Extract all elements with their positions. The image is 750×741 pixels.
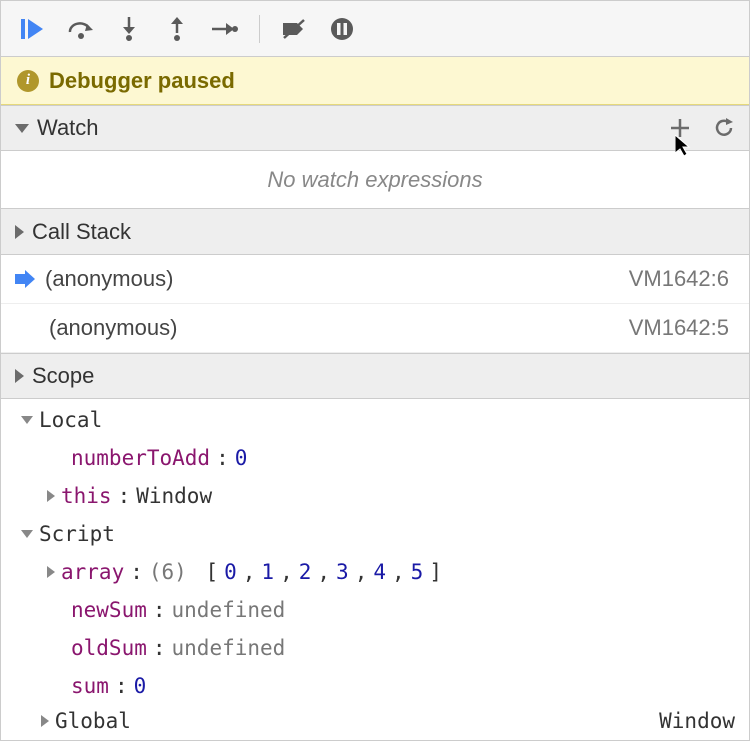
status-text: Debugger paused: [49, 68, 235, 94]
deactivate-breakpoints-button[interactable]: [274, 9, 314, 49]
scope-var[interactable]: sum: 0: [21, 667, 749, 705]
var-value: undefined: [172, 595, 286, 625]
collapse-icon: [21, 416, 33, 424]
callstack-title: Call Stack: [32, 219, 131, 245]
watch-title: Watch: [37, 115, 99, 141]
pause-on-exceptions-button[interactable]: [322, 9, 362, 49]
add-watch-button[interactable]: [669, 117, 691, 139]
resume-button[interactable]: [13, 9, 53, 49]
expand-icon: [15, 225, 24, 239]
step-out-button[interactable]: [157, 9, 197, 49]
scope-var[interactable]: array: (6) [0, 1, 2, 3, 4, 5]: [21, 553, 749, 591]
scope-global-value: Window: [659, 709, 735, 733]
var-name: numberToAdd: [71, 443, 210, 473]
step-over-button[interactable]: [61, 9, 101, 49]
frame-name: (anonymous): [45, 266, 619, 292]
var-name: sum: [71, 671, 109, 701]
step-into-button[interactable]: [109, 9, 149, 49]
scope-var[interactable]: oldSum: undefined: [21, 629, 749, 667]
stack-frame[interactable]: (anonymous) VM1642:6: [1, 255, 749, 304]
expand-icon: [41, 715, 49, 727]
array-length: (6): [149, 557, 187, 587]
expand-icon: [47, 566, 55, 578]
refresh-watch-button[interactable]: [713, 117, 735, 139]
var-name: newSum: [71, 595, 147, 625]
var-name: this: [61, 481, 112, 511]
collapse-icon: [21, 530, 33, 538]
var-name: oldSum: [71, 633, 147, 663]
scope-global-label: Global: [55, 709, 131, 733]
info-icon: i: [17, 70, 39, 92]
scope-script-header[interactable]: Script: [21, 515, 749, 553]
frame-location: VM1642:5: [629, 315, 729, 341]
scope-var[interactable]: numberToAdd: 0: [21, 439, 749, 477]
debugger-toolbar: [1, 1, 749, 57]
current-frame-icon: [15, 270, 35, 288]
scope-local-label: Local: [39, 405, 102, 435]
collapse-icon: [15, 124, 29, 133]
expand-icon: [15, 369, 24, 383]
var-value: 0: [134, 671, 147, 701]
scope-var[interactable]: this: Window: [21, 477, 749, 515]
scope-global-header[interactable]: Global Window: [21, 705, 749, 737]
debugger-status-bar: i Debugger paused: [1, 57, 749, 105]
scope-local-header[interactable]: Local: [21, 401, 749, 439]
scope-section-header[interactable]: Scope: [1, 353, 749, 399]
var-name: array: [61, 557, 124, 587]
frame-location: VM1642:6: [629, 266, 729, 292]
scope-content: Local numberToAdd: 0 this: Window Script…: [1, 399, 749, 739]
scope-var[interactable]: newSum: undefined: [21, 591, 749, 629]
frame-name: (anonymous): [49, 315, 619, 341]
scope-script-label: Script: [39, 519, 115, 549]
watch-empty-message: No watch expressions: [1, 151, 749, 209]
scope-title: Scope: [32, 363, 94, 389]
callstack-section-header[interactable]: Call Stack: [1, 209, 749, 255]
step-button[interactable]: [205, 9, 245, 49]
var-value: undefined: [172, 633, 286, 663]
var-value: 0: [235, 443, 248, 473]
watch-section-header[interactable]: Watch: [1, 105, 749, 151]
var-value: Window: [136, 481, 212, 511]
stack-frame[interactable]: (anonymous) VM1642:5: [1, 304, 749, 353]
toolbar-divider: [259, 15, 260, 43]
cursor-icon: [675, 135, 693, 157]
expand-icon: [47, 490, 55, 502]
